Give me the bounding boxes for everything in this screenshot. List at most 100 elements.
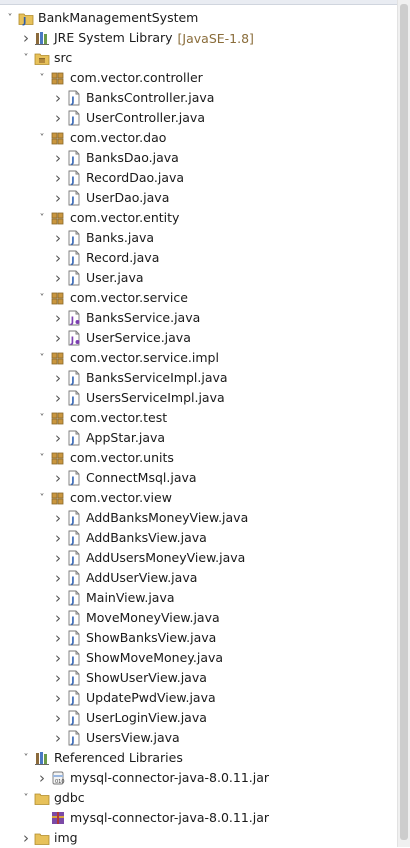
tree-item[interactable]: › J Banks.java — [0, 228, 398, 248]
chevron-right-icon[interactable]: › — [52, 228, 64, 248]
tree-item[interactable]: ˅ com.vector.test — [0, 408, 398, 428]
java-file-icon: J — [66, 610, 82, 626]
tree-item[interactable]: ˅ gdbc — [0, 788, 398, 808]
chevron-right-icon[interactable]: › — [52, 628, 64, 648]
java-file-icon: J — [66, 110, 82, 126]
tree-item[interactable]: › J UserService.java — [0, 328, 398, 348]
tree-item[interactable]: › J Record.java — [0, 248, 398, 268]
chevron-right-icon[interactable]: › — [52, 668, 64, 688]
svg-text:J: J — [70, 196, 74, 206]
tree-item[interactable]: › J UserLoginView.java — [0, 708, 398, 728]
svg-text:J: J — [70, 96, 74, 106]
chevron-right-icon[interactable]: › — [52, 368, 64, 388]
chevron-right-icon[interactable]: › — [52, 88, 64, 108]
tree-item[interactable]: ˅ J BankManagementSystem — [0, 8, 398, 28]
tree-item-label: UserLoginView.java — [86, 710, 207, 725]
tree-item[interactable]: › 010 mysql-connector-java-8.0.11.jar — [0, 768, 398, 788]
svg-text:J: J — [70, 516, 74, 526]
tree-item[interactable]: ˅ com.vector.entity — [0, 208, 398, 228]
chevron-right-icon[interactable]: › — [52, 148, 64, 168]
chevron-right-icon[interactable]: › — [52, 688, 64, 708]
tree-item[interactable]: ˅ com.vector.units — [0, 448, 398, 468]
chevron-down-icon[interactable]: ˅ — [36, 208, 48, 228]
tree-item[interactable]: › img — [0, 828, 398, 848]
chevron-down-icon[interactable]: ˅ — [36, 348, 48, 368]
chevron-right-icon[interactable]: › — [20, 28, 32, 48]
tree-item[interactable]: › J BanksService.java — [0, 308, 398, 328]
tree-item-label: src — [54, 50, 73, 65]
tree-item[interactable]: › J User.java — [0, 268, 398, 288]
tree-item[interactable]: › J BanksController.java — [0, 88, 398, 108]
chevron-right-icon[interactable]: › — [52, 328, 64, 348]
scrollbar-thumb[interactable] — [400, 4, 408, 840]
chevron-down-icon[interactable]: ˅ — [36, 68, 48, 88]
chevron-right-icon[interactable]: › — [52, 468, 64, 488]
tree-item[interactable]: ˅ com.vector.view — [0, 488, 398, 508]
tree-item[interactable]: › J MoveMoneyView.java — [0, 608, 398, 628]
chevron-down-icon[interactable]: ˅ — [4, 8, 16, 28]
chevron-down-icon[interactable]: ˅ — [36, 128, 48, 148]
chevron-down-icon[interactable]: ˅ — [36, 448, 48, 468]
tree-item[interactable]: › J AppStar.java — [0, 428, 398, 448]
tree-item[interactable]: ˅ com.vector.controller — [0, 68, 398, 88]
tree-item[interactable]: › J AddUsersMoneyView.java — [0, 548, 398, 568]
tree-item[interactable]: ˅ com.vector.service — [0, 288, 398, 308]
chevron-right-icon[interactable]: › — [52, 388, 64, 408]
tree-item[interactable]: › J BanksDao.java — [0, 148, 398, 168]
tree-item[interactable]: › J ShowBanksView.java — [0, 628, 398, 648]
chevron-right-icon[interactable]: › — [52, 168, 64, 188]
chevron-right-icon[interactable]: › — [52, 248, 64, 268]
java-interface-icon: J — [66, 330, 82, 346]
chevron-right-icon[interactable]: › — [52, 528, 64, 548]
tree-item[interactable]: › J MainView.java — [0, 588, 398, 608]
chevron-right-icon[interactable]: › — [36, 768, 48, 788]
tree-item[interactable]: › J ConnectMsql.java — [0, 468, 398, 488]
java-file-icon: J — [66, 510, 82, 526]
chevron-right-icon[interactable]: › — [52, 108, 64, 128]
vertical-scrollbar[interactable] — [397, 0, 410, 847]
tree-item[interactable]: › J AddBanksView.java — [0, 528, 398, 548]
tree-item[interactable]: › J AddUserView.java — [0, 568, 398, 588]
chevron-right-icon[interactable]: › — [52, 548, 64, 568]
tree-item[interactable]: › J UsersServiceImpl.java — [0, 388, 398, 408]
chevron-right-icon[interactable]: › — [52, 608, 64, 628]
tree-item[interactable]: › J UserController.java — [0, 108, 398, 128]
chevron-down-icon[interactable]: ˅ — [36, 288, 48, 308]
tree-item[interactable]: › JRE System Library [JavaSE-1.8] — [0, 28, 398, 48]
tree-item[interactable]: ˅ Referenced Libraries — [0, 748, 398, 768]
tree-item-label: BanksServiceImpl.java — [86, 370, 228, 385]
chevron-right-icon[interactable]: › — [52, 308, 64, 328]
tree-item[interactable]: › J AddBanksMoneyView.java — [0, 508, 398, 528]
tree-item[interactable]: mysql-connector-java-8.0.11.jar — [0, 808, 398, 828]
chevron-down-icon[interactable]: ˅ — [36, 408, 48, 428]
chevron-down-icon[interactable]: ˅ — [20, 48, 32, 68]
tree-item[interactable]: › J UserDao.java — [0, 188, 398, 208]
chevron-right-icon[interactable]: › — [20, 828, 32, 848]
chevron-right-icon[interactable]: › — [52, 508, 64, 528]
tree-item-decoration: [JavaSE-1.8] — [177, 30, 254, 46]
tree-item[interactable]: › J ShowMoveMoney.java — [0, 648, 398, 668]
tree-item[interactable]: › J UpdatePwdView.java — [0, 688, 398, 708]
java-file-icon: J — [66, 730, 82, 746]
tree-item[interactable]: › J ShowUserView.java — [0, 668, 398, 688]
tree-item[interactable]: ˅ com.vector.dao — [0, 128, 398, 148]
chevron-right-icon[interactable]: › — [52, 708, 64, 728]
chevron-right-icon[interactable]: › — [52, 428, 64, 448]
chevron-down-icon[interactable]: ˅ — [36, 488, 48, 508]
tree-item[interactable]: ˅ src — [0, 48, 398, 68]
tree-item[interactable]: › J BanksServiceImpl.java — [0, 368, 398, 388]
svg-text:J: J — [70, 576, 74, 586]
tree-item-label: BanksService.java — [86, 310, 201, 325]
svg-text:J: J — [70, 336, 74, 346]
chevron-right-icon[interactable]: › — [52, 268, 64, 288]
chevron-right-icon[interactable]: › — [52, 648, 64, 668]
chevron-right-icon[interactable]: › — [52, 568, 64, 588]
chevron-right-icon[interactable]: › — [52, 188, 64, 208]
tree-item[interactable]: › J UsersView.java — [0, 728, 398, 748]
chevron-right-icon[interactable]: › — [52, 588, 64, 608]
tree-item[interactable]: ˅ com.vector.service.impl — [0, 348, 398, 368]
chevron-down-icon[interactable]: ˅ — [20, 748, 32, 768]
chevron-down-icon[interactable]: ˅ — [20, 788, 32, 808]
tree-item[interactable]: › J RecordDao.java — [0, 168, 398, 188]
chevron-right-icon[interactable]: › — [52, 728, 64, 748]
